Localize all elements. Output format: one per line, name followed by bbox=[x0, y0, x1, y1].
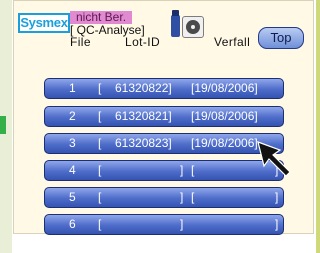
row-lot-id: ] bbox=[180, 190, 184, 204]
row-number: 3 bbox=[69, 136, 76, 150]
row-bracket: [ bbox=[98, 109, 102, 123]
row-expiry: [19/08/2006] bbox=[191, 81, 258, 95]
row-number: 6 bbox=[69, 217, 76, 231]
row-expiry: [ bbox=[191, 190, 195, 204]
file-row-6[interactable]: 6 [ ] ] bbox=[44, 214, 284, 235]
file-row-2[interactable]: 2 [ 61320821] [19/08/2006] bbox=[44, 106, 284, 127]
top-button[interactable]: Top bbox=[258, 27, 304, 49]
right-edge bbox=[316, 0, 320, 253]
sysmex-logo: Sysmex bbox=[18, 13, 70, 33]
file-row-3[interactable]: 3 [ 61320823] [19/08/2006] bbox=[44, 133, 284, 154]
row-lot-id: ] bbox=[180, 163, 184, 177]
row-lot-id: 61320822] bbox=[115, 81, 172, 95]
card-icon bbox=[171, 10, 180, 37]
row-bracket: [ bbox=[98, 163, 102, 177]
row-tail: ] bbox=[275, 190, 279, 204]
left-indicator bbox=[0, 116, 6, 134]
row-expiry: [19/08/2006] bbox=[191, 136, 258, 150]
column-header-lot-id: Lot-ID bbox=[125, 35, 161, 49]
row-expiry: ] bbox=[275, 217, 279, 231]
row-bracket: [ bbox=[98, 81, 102, 95]
row-lot-id: ] bbox=[180, 217, 184, 231]
row-number: 4 bbox=[69, 163, 76, 177]
column-header-expiry: Verfall bbox=[214, 35, 251, 49]
column-header-file: File bbox=[70, 35, 91, 49]
file-row-4[interactable]: 4 [ ] [ ] bbox=[44, 160, 284, 181]
arrow-cursor-icon bbox=[257, 141, 291, 177]
row-number: 5 bbox=[69, 190, 76, 204]
file-row-1[interactable]: 1 [ 61320822] [19/08/2006] bbox=[44, 78, 284, 99]
row-lot-id: 61320821] bbox=[115, 109, 172, 123]
row-number: 1 bbox=[69, 81, 76, 95]
row-lot-id: 61320823] bbox=[115, 136, 172, 150]
disk-button[interactable] bbox=[182, 16, 204, 38]
row-expiry: [19/08/2006] bbox=[191, 109, 258, 123]
row-expiry: [ bbox=[191, 163, 195, 177]
row-bracket: [ bbox=[98, 136, 102, 150]
row-bracket: [ bbox=[98, 217, 102, 231]
disk-icon bbox=[186, 20, 200, 34]
file-row-5[interactable]: 5 [ ] [ ] bbox=[44, 187, 284, 208]
row-bracket: [ bbox=[98, 190, 102, 204]
row-number: 2 bbox=[69, 109, 76, 123]
